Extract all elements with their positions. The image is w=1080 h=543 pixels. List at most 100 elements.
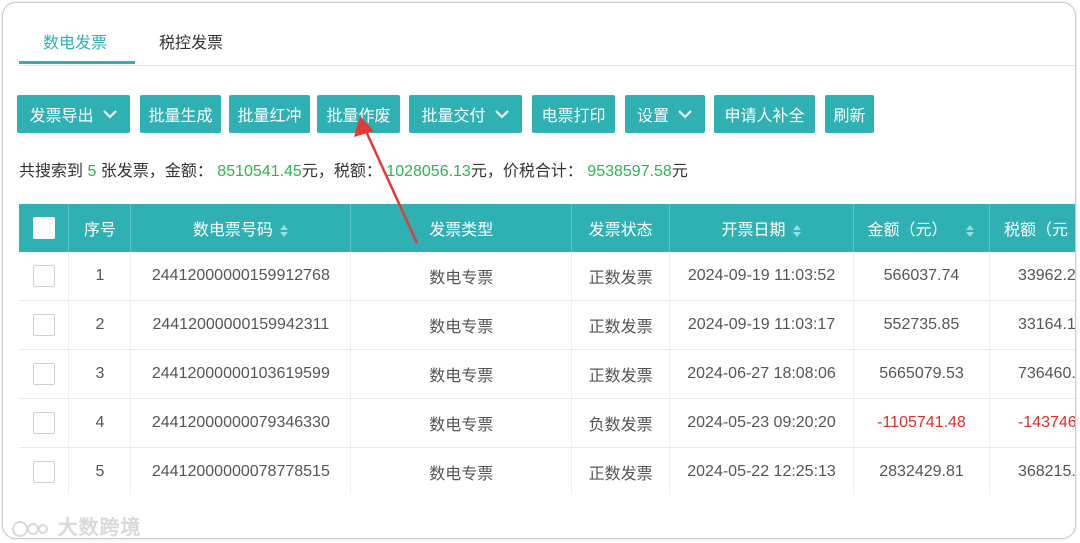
watermark-icon: [12, 520, 48, 537]
cell-invoice-no: 24412000000159912768: [130, 252, 352, 301]
batch-deliver-button-label: 批量交付: [421, 108, 486, 125]
row-checkbox[interactable]: [32, 412, 55, 434]
watermark-logo: 大数跨境: [11, 511, 142, 539]
cell-issue-date: 2024-09-19 11:03:52: [669, 252, 855, 301]
print-button[interactable]: 电票打印: [532, 95, 615, 133]
cell-no: 4: [68, 398, 132, 448]
row-checkbox[interactable]: [32, 363, 55, 385]
summary-count-suffix: 张发票，金额：: [100, 163, 213, 180]
summary-amount-suffix: 元，税额：: [301, 163, 382, 180]
row-checkbox[interactable]: [32, 265, 55, 287]
cell-invoice-type: 数电专票: [350, 252, 573, 301]
app-window: 数电发票 税控发票 发票导出 批量生成 批量红冲 批量作废 批量交付 电票打印 …: [2, 2, 1076, 539]
cell-amount: -1105741.48: [853, 398, 990, 448]
settings-button-label: 设置: [636, 108, 669, 125]
cell-invoice-no: 24412000000079346330: [130, 398, 352, 448]
summary-prefix: 共搜索到: [19, 163, 84, 180]
header-no: 序号: [68, 204, 132, 252]
cell-invoice-no: 24412000000103619599: [130, 349, 352, 399]
row-select-cell: [19, 398, 70, 448]
refresh-button[interactable]: 刷新: [825, 95, 874, 133]
invoice-tabs: 数电发票 税控发票: [17, 3, 1075, 66]
table-row[interactable]: 4 24412000000079346330 数电专票 负数发票 2024-05-23 …: [19, 398, 1075, 448]
summary-amount: 8510541.45: [217, 163, 302, 180]
summary-count: 5: [87, 163, 97, 180]
header-invoice-status: 发票状态: [571, 204, 671, 252]
sort-icon[interactable]: [279, 224, 289, 238]
table-row[interactable]: 2 24412000000159942311 数电专票 正数发票 2024-09-19 …: [19, 300, 1075, 350]
active-tab-indicator: [19, 61, 135, 64]
table-row[interactable]: 3 24412000000103619599 数电专票 正数发票 2024-06-27 …: [19, 349, 1075, 399]
summary-tax: 1028056.13: [386, 163, 471, 180]
table-row[interactable]: 5 24412000000078778515 数电专票 正数发票 2024-05-22 …: [19, 447, 1075, 494]
select-all-cell: [19, 204, 70, 252]
export-button[interactable]: 发票导出: [17, 95, 130, 133]
cell-invoice-status: 负数发票: [571, 398, 671, 448]
cell-issue-date: 2024-09-19 11:03:17: [669, 300, 855, 350]
cell-issue-date: 2024-06-27 18:08:06: [669, 349, 855, 399]
table-body: 1 24412000000159912768 数电专票 正数发票 2024-09-19 …: [19, 252, 1075, 494]
cell-no: 2: [68, 300, 132, 350]
cell-amount: 5665079.53: [853, 349, 990, 399]
cell-amount: 552735.85: [853, 300, 990, 350]
row-select-cell: [19, 447, 70, 494]
header-tax: 税额（元: [989, 204, 1075, 252]
watermark-text: 大数跨境: [57, 517, 142, 539]
cell-invoice-no: 24412000000078778515: [130, 447, 352, 494]
header-invoice-type: 发票类型: [350, 204, 573, 252]
cell-no: 5: [68, 447, 132, 494]
cell-no: 3: [68, 349, 132, 399]
cell-no: 1: [68, 252, 132, 301]
batch-red-button[interactable]: 批量红冲: [229, 95, 310, 133]
invoice-table: 序号 数电票号码 发票类型 发票状态 开票日期 金额（元） 税额（元 1 2441…: [19, 204, 1075, 494]
cell-tax: 33962.2: [989, 252, 1075, 301]
header-amount[interactable]: 金额（元）: [853, 204, 990, 252]
header-invoice-no-label: 数电票号码: [192, 222, 273, 239]
table-header-row: 序号 数电票号码 发票类型 发票状态 开票日期 金额（元） 税额（元: [19, 204, 1075, 252]
cell-amount: 566037.74: [853, 252, 990, 301]
cell-invoice-type: 数电专票: [350, 300, 573, 350]
cell-invoice-type: 数电专票: [350, 349, 573, 399]
chevron-down-icon: [494, 110, 509, 119]
cell-invoice-status: 正数发票: [571, 252, 671, 301]
invoice-table-container: 序号 数电票号码 发票类型 发票状态 开票日期 金额（元） 税额（元 1 2441…: [19, 204, 1075, 494]
applicant-fill-button[interactable]: 申请人补全: [714, 95, 815, 133]
settings-button[interactable]: 设置: [625, 95, 705, 133]
cell-issue-date: 2024-05-22 12:25:13: [669, 447, 855, 494]
cell-invoice-status: 正数发票: [571, 349, 671, 399]
summary-total: 9538597.58: [587, 163, 672, 180]
sort-icon[interactable]: [792, 224, 802, 238]
batch-generate-button[interactable]: 批量生成: [140, 95, 221, 133]
header-issue-date[interactable]: 开票日期: [669, 204, 855, 252]
cell-invoice-no: 24412000000159942311: [130, 300, 352, 350]
cell-tax: 368215.: [989, 447, 1075, 494]
cell-tax: 33164.1: [989, 300, 1075, 350]
table-row[interactable]: 1 24412000000159912768 数电专票 正数发票 2024-09-19 …: [19, 252, 1075, 301]
tab-digital-invoice[interactable]: 数电发票: [43, 29, 107, 53]
header-issue-date-label: 开票日期: [721, 222, 786, 239]
cell-invoice-type: 数电专票: [350, 447, 573, 494]
summary-total-suffix: 元: [671, 163, 688, 180]
search-summary: 共搜索到 5 张发票，金额： 8510541.45元，税额： 1028056.1…: [19, 157, 688, 181]
cell-issue-date: 2024-05-23 09:20:20: [669, 398, 855, 448]
select-all-checkbox[interactable]: [32, 217, 55, 239]
cell-invoice-type: 数电专票: [350, 398, 573, 448]
tab-tax-control-invoice[interactable]: 税控发票: [159, 29, 223, 53]
cell-tax: 736460.: [989, 349, 1075, 399]
row-checkbox[interactable]: [32, 314, 55, 336]
summary-tax-suffix: 元，价税合计：: [470, 163, 583, 180]
sort-icon[interactable]: [965, 224, 975, 238]
batch-deliver-button[interactable]: 批量交付: [409, 95, 522, 133]
batch-void-button[interactable]: 批量作废: [317, 95, 400, 133]
row-checkbox[interactable]: [32, 461, 55, 483]
row-select-cell: [19, 252, 70, 301]
cell-amount: 2832429.81: [853, 447, 990, 494]
chevron-down-icon: [678, 110, 692, 119]
cell-invoice-status: 正数发票: [571, 447, 671, 494]
row-select-cell: [19, 300, 70, 350]
cell-invoice-status: 正数发票: [571, 300, 671, 350]
row-select-cell: [19, 349, 70, 399]
header-amount-label: 金额（元）: [867, 222, 948, 239]
header-invoice-no[interactable]: 数电票号码: [130, 204, 352, 252]
cell-tax: -143746: [989, 398, 1075, 448]
